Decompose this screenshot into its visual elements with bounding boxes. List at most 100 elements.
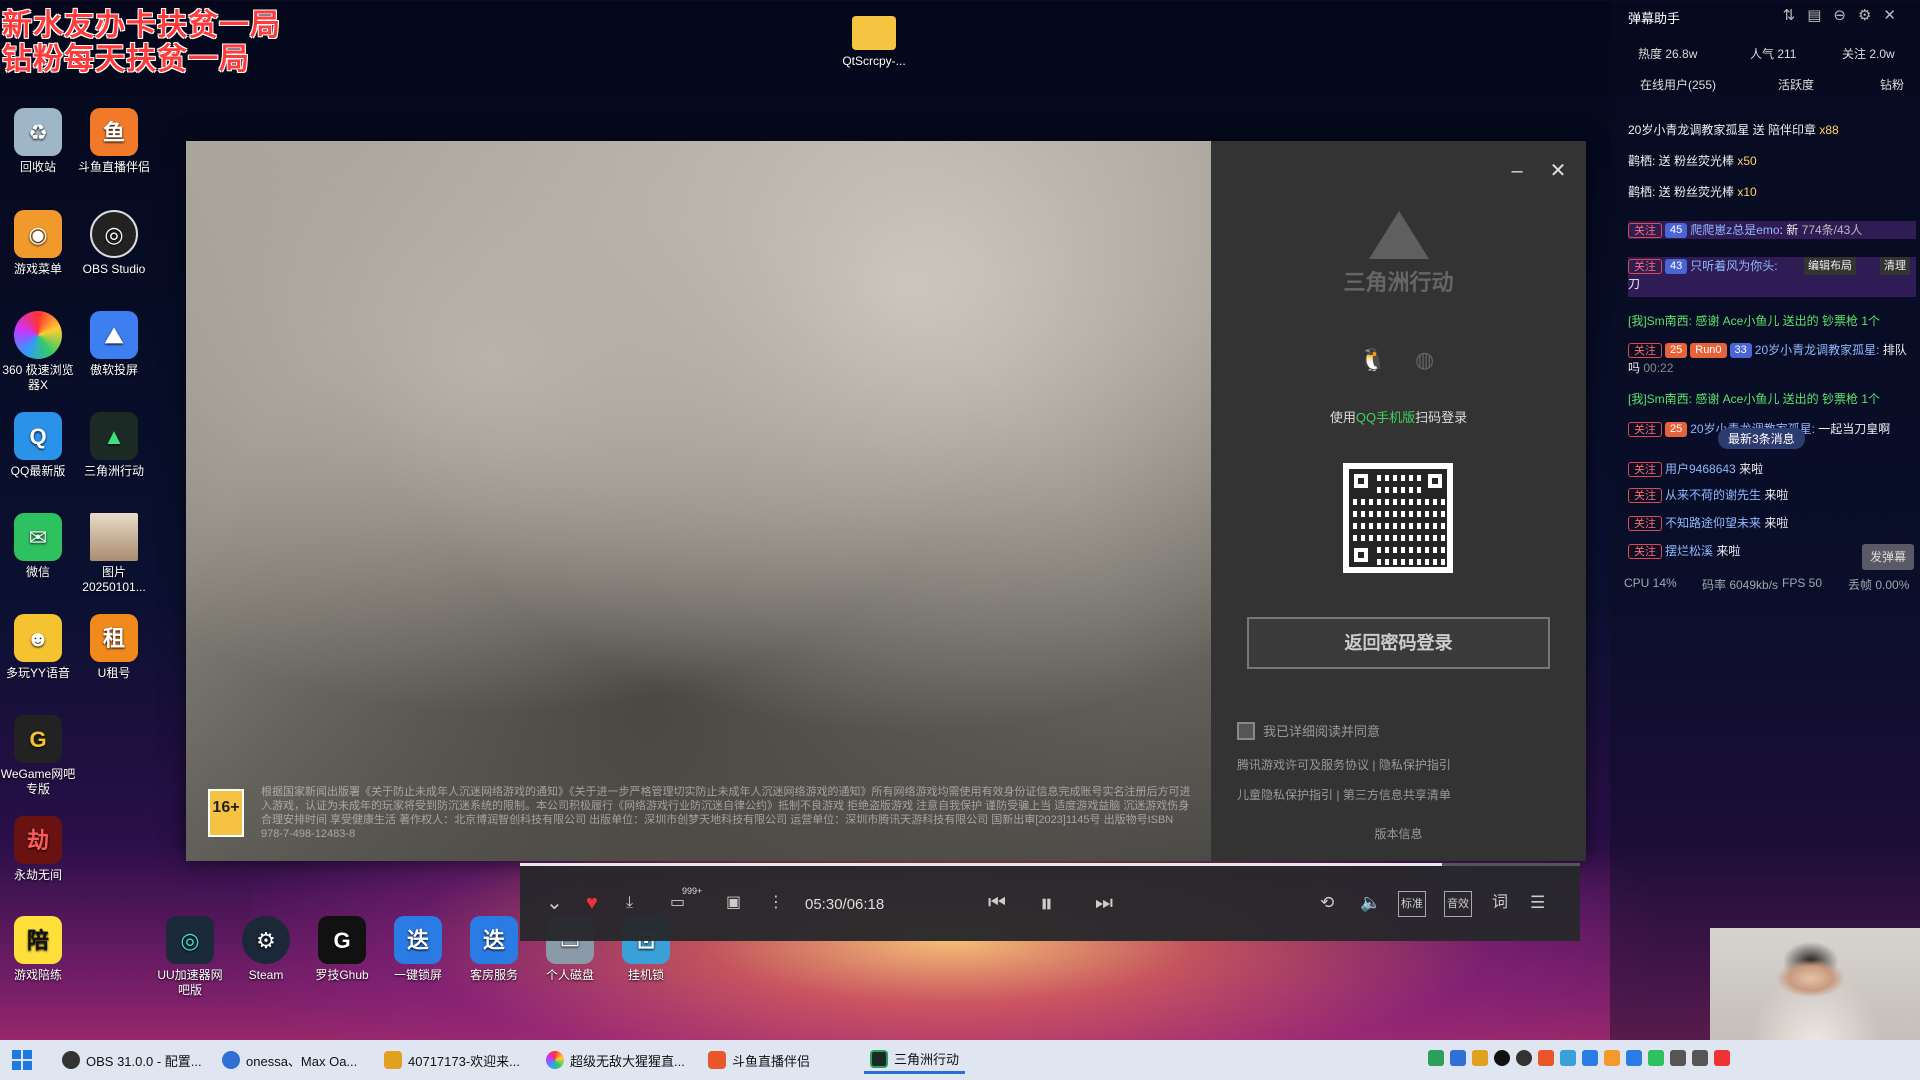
cpu-stat: CPU 14% <box>1624 576 1677 590</box>
tray-ghub-icon[interactable] <box>1494 1050 1510 1066</box>
windows-start-icon[interactable] <box>12 1050 32 1070</box>
tray-game-icon[interactable] <box>1604 1050 1620 1066</box>
panel-toolbar-icons[interactable]: ⇅▤⊖⚙✕ <box>1783 6 1908 24</box>
desktop-icon-wechat[interactable]: ✉ 微信 <box>0 513 76 580</box>
collapse-icon[interactable]: ⌄ <box>546 891 563 915</box>
desktop-icon-obs[interactable]: ◎ OBS Studio <box>76 210 152 277</box>
desktop-folder[interactable]: QtScrcpy-... <box>836 10 912 69</box>
yy-icon <box>384 1051 402 1069</box>
anti-addiction-notice: 根据国家新闻出版署《关于防止未成年人沉迷网络游戏的通知》《关于进一步严格管理切实… <box>261 786 1191 840</box>
agreement-checkbox[interactable] <box>1237 721 1255 740</box>
taskbar-item-browser[interactable]: 超级无敌大猩猩直... <box>540 1046 691 1074</box>
browser-360-icon <box>14 311 62 359</box>
desktop-icon-steam[interactable]: ⚙ Steam <box>228 916 304 983</box>
desktop-icon-ghub[interactable]: G 罗技Ghub <box>304 916 380 983</box>
version-info-link[interactable]: 版本信息 <box>1211 825 1586 842</box>
desktop-icon-360-browser[interactable]: 360 极速浏览器X <box>0 311 76 393</box>
desktop-icon-recycle-bin[interactable]: ♻ 回收站 <box>0 108 76 175</box>
desktop-icon-uu[interactable]: ◎ UU加速器网吧版 <box>152 916 228 998</box>
tray-network-icon[interactable] <box>1560 1050 1576 1066</box>
tab-activity[interactable]: 活跃度 <box>1778 76 1814 93</box>
desktop-icon-image[interactable]: 图片 20250101... <box>76 513 152 595</box>
download-vip-icon[interactable]: ⤓ <box>626 891 633 915</box>
desktop-icon-naraka[interactable]: 劫 永劫无间 <box>0 816 76 883</box>
previous-track-icon[interactable]: ⏮ <box>988 891 1006 915</box>
service-agreement-link[interactable]: 腾讯游戏许可及服务协议 <box>1237 758 1369 772</box>
tray-kugou-icon[interactable] <box>1450 1050 1466 1066</box>
apowermirror-icon: ⛰ <box>90 311 138 359</box>
more-icon[interactable]: ⋮ <box>768 891 784 915</box>
chat-message: 鹳栖: 送 粉丝荧光棒 x10 <box>1628 185 1757 199</box>
taskbar-item-douyu[interactable]: 斗鱼直播伴侣 <box>702 1046 816 1074</box>
chat-message: 关注 25 Run0 33 20岁小青龙调教家孤星: 排队吗 00:22 <box>1628 343 1907 375</box>
next-track-icon[interactable]: ⏭ <box>1095 891 1113 915</box>
taskbar-item-kugou[interactable]: onessa、Max Oa... <box>216 1046 363 1074</box>
desktop-icon-wegame[interactable]: G WeGame网吧专版 <box>0 715 76 797</box>
agreement-links-row-2: 儿童隐私保护指引 | 第三方信息共享清单 <box>1237 788 1451 802</box>
taskbar-item-yy[interactable]: 40717173-欢迎来... <box>378 1046 526 1074</box>
tab-diamond-fans[interactable]: 钻粉 <box>1880 76 1904 93</box>
tray-yy-icon[interactable] <box>1472 1050 1488 1066</box>
pause-icon[interactable]: ⏸ <box>1040 890 1053 916</box>
chat-message: 关注 45 爬爬崽z总是emo: 新 774条/43人 <box>1628 221 1916 239</box>
yy-icon: ☻ <box>14 614 62 662</box>
taskbar-item-delta-force[interactable]: 三角洲行动 <box>864 1046 966 1074</box>
danmaku-assistant-panel: 弹幕助手 ⇅▤⊖⚙✕ 热度 26.8w 人气 211 关注 2.0w 在线用户(… <box>1610 0 1920 1040</box>
repeat-icon[interactable]: ⟲ <box>1320 891 1334 915</box>
wechat-login-icon[interactable]: ◍ <box>1415 347 1434 373</box>
desktop-icon-game-coach[interactable]: 陪 游戏陪练 <box>0 916 76 983</box>
password-login-button[interactable]: 返回密码登录 <box>1247 617 1550 669</box>
delta-force-login-window: 16+ 根据国家新闻出版署《关于防止未成年人沉迷网络游戏的通知》《关于进一步严格… <box>186 141 1586 861</box>
tray-monitor-icon[interactable] <box>1692 1050 1708 1066</box>
desktop-icon-game-menu[interactable]: ◉ 游戏菜单 <box>0 210 76 277</box>
desktop-icon-lock-screen[interactable]: 迭 一键锁屏 <box>380 916 456 983</box>
playlist-icon[interactable]: ☰ <box>1530 891 1545 915</box>
taskbar-item-obs[interactable]: OBS 31.0.0 - 配置... <box>56 1046 208 1074</box>
new-messages-button[interactable]: 最新3条消息 <box>1718 428 1805 449</box>
child-privacy-link[interactable]: 儿童隐私保护指引 <box>1237 788 1333 802</box>
qq-login-icon[interactable]: 🐧 <box>1359 347 1386 373</box>
minimize-button[interactable]: – <box>1505 159 1529 183</box>
scan-tip: 使用QQ手机版扫码登录 <box>1329 410 1468 425</box>
tray-delta-icon[interactable] <box>1428 1050 1444 1066</box>
comment-icon[interactable]: ▭ 999+ <box>670 886 702 915</box>
playback-progress[interactable] <box>520 863 1580 866</box>
send-danmaku-button[interactable]: 发弹幕 <box>1862 544 1914 570</box>
agreement-checkbox-row[interactable]: 我已详细阅读并同意 <box>1237 721 1380 740</box>
login-panel: – ✕ 三角洲行动 🐧 ◍ 使用QQ手机版扫码登录 返回密码登录 我已详细阅读并… <box>1211 141 1586 861</box>
tray-douyu-icon[interactable] <box>1538 1050 1554 1066</box>
clear-button[interactable]: 清理 <box>1880 257 1910 275</box>
tray-wechat-icon[interactable] <box>1648 1050 1664 1066</box>
tray-app-icon[interactable] <box>1582 1050 1598 1066</box>
like-heart-icon[interactable]: ♥ <box>586 891 598 915</box>
privacy-link[interactable]: 隐私保护指引 <box>1379 758 1451 772</box>
age-rating-badge: 16+ <box>208 789 244 837</box>
tray-lock-icon[interactable] <box>1626 1050 1642 1066</box>
game-background-art: 16+ 根据国家新闻出版署《关于防止未成年人沉迷网络游戏的通知》《关于进一步严格… <box>186 141 1211 861</box>
bitrate-stat: 码率 6049kb/s <box>1702 578 1779 592</box>
sound-effect-button[interactable]: 音效 <box>1444 891 1472 917</box>
edit-layout-button[interactable]: 编辑布局 <box>1804 257 1856 275</box>
desktop-icon-douyu[interactable]: 鱼 斗鱼直播伴侣 <box>76 108 152 175</box>
volume-icon[interactable]: 🔈 <box>1360 891 1381 915</box>
third-party-link[interactable]: 第三方信息共享清单 <box>1343 788 1451 802</box>
qq-icon: Q <box>14 412 62 460</box>
quality-button[interactable]: 标准 <box>1398 891 1426 917</box>
tray-shield-icon[interactable] <box>1714 1050 1730 1066</box>
tray-volume-icon[interactable] <box>1670 1050 1686 1066</box>
desktop-icon-apowermirror[interactable]: ⛰ 傲软投屏 <box>76 311 152 378</box>
tray-obs-icon[interactable] <box>1516 1050 1532 1066</box>
douyu-icon: 鱼 <box>90 108 138 156</box>
popularity-stat: 人气 211 <box>1750 47 1797 61</box>
lyrics-button[interactable]: 词 <box>1492 891 1508 915</box>
close-button[interactable]: ✕ <box>1546 159 1570 183</box>
tab-online-users[interactable]: 在线用户(255) <box>1640 76 1716 93</box>
desktop-icon-u-rent[interactable]: 租 U租号 <box>76 614 152 681</box>
desktop-icon-qq[interactable]: Q QQ最新版 <box>0 412 76 479</box>
desktop-icon-yy[interactable]: ☻ 多玩YY语音 <box>0 614 76 681</box>
calendar-icon[interactable]: ▣ <box>726 891 741 915</box>
desktop-icon-delta-force[interactable]: ▲ 三角洲行动 <box>76 412 152 479</box>
taskbar: OBS 31.0.0 - 配置... onessa、Max Oa... 4071… <box>0 1040 1920 1080</box>
chat-message: 鹳栖: 送 粉丝荧光棒 x50 <box>1628 154 1757 168</box>
lock-screen-icon: 迭 <box>394 916 442 964</box>
